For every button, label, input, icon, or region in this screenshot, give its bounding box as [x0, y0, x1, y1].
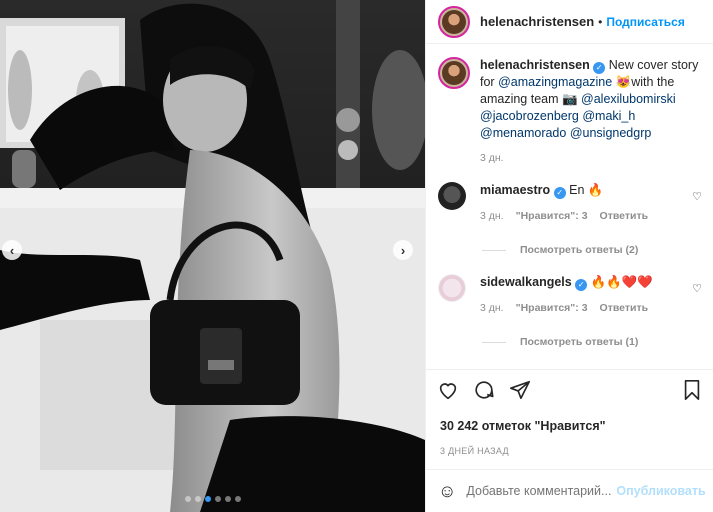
like-comment-heart-icon[interactable]: ♡: [692, 190, 702, 203]
carousel-dot-active: [204, 496, 211, 502]
caption-text: helenachristensen ✓ New cover story for …: [480, 58, 699, 140]
post-sidebar: helenachristensen • Подписаться helenach…: [425, 0, 713, 512]
share-button[interactable]: [506, 376, 534, 404]
photo-image: [0, 0, 425, 512]
follow-button[interactable]: Подписаться: [606, 15, 684, 29]
author-username[interactable]: helenachristensen: [480, 14, 594, 29]
mention-link[interactable]: @unsignedgrp: [570, 126, 652, 140]
post-comment-button[interactable]: Опубликовать: [616, 484, 705, 498]
comment-likes[interactable]: "Нравится": 3: [516, 208, 588, 225]
mention-link[interactable]: @maki_h: [582, 109, 635, 123]
mention-link[interactable]: @menamorado: [480, 126, 566, 140]
post-modal: ‹ › helenachristensen • Подписаться hele…: [0, 0, 713, 512]
carousel-dot: [194, 496, 201, 502]
next-slide-button[interactable]: ›: [393, 240, 413, 260]
commenter-username[interactable]: sidewalkangels: [480, 275, 572, 289]
emoji-icon[interactable]: ☺: [438, 481, 456, 502]
verified-badge-icon: ✓: [593, 62, 606, 74]
comment-time: 3 дн.: [480, 302, 504, 314]
caption-username[interactable]: helenachristensen: [480, 58, 590, 72]
post-caption: helenachristensen ✓ New cover story for …: [426, 45, 713, 142]
post-header: helenachristensen • Подписаться: [426, 0, 713, 44]
add-comment-bar: ☺ Опубликовать: [426, 469, 713, 512]
like-comment-heart-icon[interactable]: ♡: [692, 282, 702, 295]
commenter-avatar[interactable]: [438, 274, 466, 302]
carousel-indicator: [0, 496, 425, 502]
mention-link[interactable]: @jacobrozenberg: [480, 109, 579, 123]
commenter-avatar[interactable]: [438, 182, 466, 210]
verified-badge-icon: ✓: [575, 279, 588, 291]
caption-avatar[interactable]: [438, 57, 470, 89]
comment-text: sidewalkangels ✓ 🔥🔥❤️❤️: [480, 275, 653, 291]
view-replies-button[interactable]: Посмотреть ответы (2): [482, 244, 713, 256]
verified-badge-icon: ✓: [553, 187, 566, 199]
comment-item: miamaestro ✓ En 🔥 3 дн. "Нравится": 3 От…: [426, 182, 713, 225]
post-photo[interactable]: ‹ ›: [0, 0, 425, 512]
likes-count[interactable]: 30 242 отметок "Нравится": [440, 419, 606, 433]
carousel-dot: [224, 496, 231, 502]
comment-likes[interactable]: "Нравится": 3: [516, 300, 588, 317]
comment-button[interactable]: [470, 376, 498, 404]
save-button[interactable]: [678, 376, 706, 404]
mention-link[interactable]: @alexilubomirski: [581, 92, 676, 106]
post-actions: [426, 369, 713, 409]
comment-item: sidewalkangels ✓ 🔥🔥❤️❤️ 3 дн. "Нравится"…: [426, 274, 713, 317]
bookmark-icon: [684, 379, 700, 400]
comment-input[interactable]: [466, 484, 617, 498]
comment-icon: [475, 380, 494, 399]
mention-link[interactable]: @amazingmagazine: [498, 75, 612, 89]
heart-icon: [439, 382, 457, 399]
reply-button[interactable]: Ответить: [600, 300, 649, 317]
comment-text: miamaestro ✓ En 🔥: [480, 183, 604, 199]
carousel-dot: [234, 496, 241, 502]
like-button[interactable]: [434, 376, 462, 404]
commenter-username[interactable]: miamaestro: [480, 183, 550, 197]
author-avatar[interactable]: [438, 5, 470, 38]
post-timestamp: 3 ДНЕЙ НАЗАД: [440, 446, 509, 456]
separator-dot: •: [598, 14, 603, 29]
reply-button[interactable]: Ответить: [600, 208, 649, 225]
caption-time: 3 дн.: [480, 152, 504, 164]
share-icon: [510, 380, 530, 399]
prev-slide-button[interactable]: ‹: [2, 240, 22, 260]
comment-time: 3 дн.: [480, 210, 504, 222]
chevron-right-icon: ›: [400, 242, 406, 258]
chevron-left-icon: ‹: [9, 242, 15, 258]
divider: [482, 249, 506, 251]
carousel-dot: [214, 496, 221, 502]
view-replies-button[interactable]: Посмотреть ответы (1): [482, 336, 713, 348]
divider: [482, 341, 506, 343]
comments-scroll-area[interactable]: helenachristensen ✓ New cover story for …: [426, 45, 713, 368]
carousel-dot: [184, 496, 191, 502]
